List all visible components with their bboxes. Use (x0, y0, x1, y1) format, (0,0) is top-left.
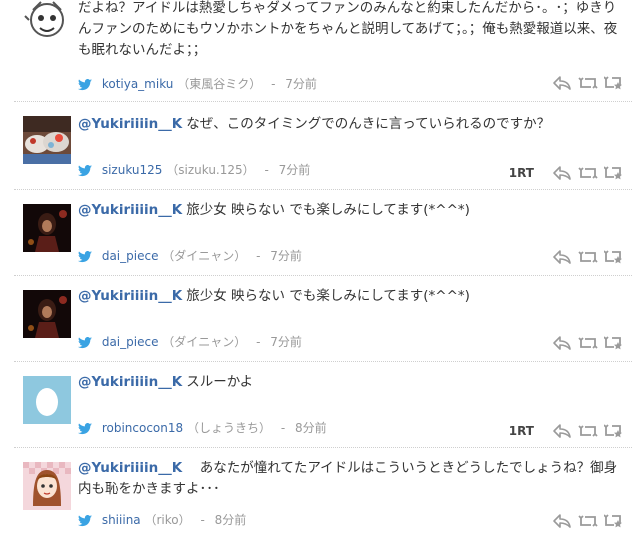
tweet-username-link[interactable]: robincocon18 (102, 421, 183, 435)
tweet-body: だよね？アイドルは熱愛しちゃダメってファンのみんなと約束したんだから･。･；ゆき… (78, 0, 618, 58)
reply-icon[interactable] (552, 165, 572, 181)
tweet-display-name: （ダイニャン） (162, 335, 247, 349)
tweet-timestamp[interactable]: 7分前 (270, 335, 302, 349)
tweet-display-name: （sizuku.125） (166, 163, 255, 177)
tweet-feed: だよね？アイドルは熱愛しちゃダメってファンのみんなと約束したんだから･。･；ゆき… (0, 0, 640, 545)
favorite-icon[interactable] (604, 513, 624, 529)
tweet-text: @Yukiriiiin__K 旅少女 映らない でも楽しみにしてます(*^^*) (78, 286, 626, 307)
tweet-meta: dai_piece （ダイニャン） - 7分前 (78, 334, 302, 350)
comic-face-avatar[interactable] (23, 0, 71, 44)
twitter-bird-icon (78, 337, 92, 349)
tweet-item: @Yukiriiiin__K なぜ、このタイミングでのんきに言っていられるのですか… (14, 102, 632, 190)
reply-icon[interactable] (552, 335, 572, 351)
tweet-display-name: （東風谷ミク） (177, 77, 262, 91)
tweet-meta: robincocon18 （しょうきち） - 8分前 (78, 420, 327, 436)
tweet-meta: dai_piece （ダイニャン） - 7分前 (78, 248, 302, 264)
retweet-icon[interactable] (578, 423, 598, 439)
retweet-icon[interactable] (578, 335, 598, 351)
tweet-timestamp[interactable]: 7分前 (285, 77, 317, 91)
tweet-username-link[interactable]: dai_piece (102, 335, 159, 349)
mention-link[interactable]: @Yukiriiiin__K (78, 460, 182, 476)
tweet-body: スルーかよ (186, 374, 254, 390)
retweet-icon[interactable] (578, 75, 598, 91)
tweet-username-link[interactable]: shiiina (102, 513, 141, 527)
meta-separator: - (264, 163, 269, 177)
default-egg-avatar[interactable] (23, 376, 71, 424)
tweet-actions: 1RT (509, 164, 624, 182)
favorite-icon[interactable] (604, 423, 624, 439)
mention-link[interactable]: @Yukiriiiin__K (78, 202, 182, 218)
tweet-body: 旅少女 映らない でも楽しみにしてます(*^^*) (186, 202, 470, 218)
tweet-text: @Yukiriiiin__K スルーかよ (78, 372, 626, 393)
meta-separator: - (280, 421, 286, 435)
reply-icon[interactable] (552, 75, 572, 91)
tweet-meta: shiiina （riko） - 8分前 (78, 512, 246, 528)
tweet-timestamp[interactable]: 8分前 (215, 513, 247, 527)
tweet-timestamp[interactable]: 7分前 (279, 163, 311, 177)
reply-icon[interactable] (552, 249, 572, 265)
tweet-body: なぜ、このタイミングでのんきに言っていられるのですか？ (186, 116, 551, 132)
twitter-bird-icon (78, 423, 92, 435)
meta-separator: - (200, 513, 205, 527)
mention-link[interactable]: @Yukiriiiin__K (78, 374, 182, 390)
stage-performer-avatar[interactable] (23, 290, 71, 338)
anime-girl-avatar[interactable] (23, 462, 71, 510)
tweet-display-name: （riko） (144, 513, 191, 527)
stage-performer-avatar[interactable] (23, 204, 71, 252)
retweet-icon[interactable] (578, 513, 598, 529)
twitter-bird-icon (78, 165, 92, 177)
tweet-item: @Yukiriiiin__K 旅少女 映らない でも楽しみにしてます(*^^*) … (14, 190, 632, 276)
mention-link[interactable]: @Yukiriiiin__K (78, 116, 182, 132)
tweet-meta: kotiya_miku （東風谷ミク） - 7分前 (78, 76, 317, 92)
tweet-actions (534, 334, 624, 352)
tweet-item: @Yukiriiiin__K 旅少女 映らない でも楽しみにしてます(*^^*) … (14, 276, 632, 362)
reply-icon[interactable] (552, 513, 572, 529)
tweet-actions (534, 512, 624, 530)
dessert-photo-avatar[interactable] (23, 116, 71, 164)
favorite-icon[interactable] (604, 165, 624, 181)
tweet-item: @Yukiriiiin__K スルーかよ robincocon18 （しょうきち）… (14, 362, 632, 448)
tweet-text: だよね？アイドルは熱愛しちゃダメってファンのみんなと約束したんだから･。･；ゆき… (78, 0, 626, 61)
tweet-item: @Yukiriiiin__K あなたが憧れてたアイドルはこういうときどうしたでし… (14, 448, 632, 545)
tweet-actions (534, 248, 624, 266)
retweet-icon[interactable] (578, 249, 598, 265)
tweet-meta: sizuku125 （sizuku.125） - 7分前 (78, 162, 310, 178)
tweet-timestamp[interactable]: 7分前 (270, 249, 302, 263)
tweet-display-name: （しょうきち） (186, 421, 271, 435)
meta-separator: - (256, 249, 261, 263)
tweet-display-name: （ダイニャン） (162, 249, 247, 263)
tweet-body: 旅少女 映らない でも楽しみにしてます(*^^*) (186, 288, 470, 304)
retweet-icon[interactable] (578, 165, 598, 181)
twitter-bird-icon (78, 515, 92, 527)
favorite-icon[interactable] (604, 335, 624, 351)
twitter-bird-icon (78, 79, 92, 91)
favorite-icon[interactable] (604, 249, 624, 265)
reply-icon[interactable] (552, 423, 572, 439)
favorite-icon[interactable] (604, 75, 624, 91)
meta-separator: - (256, 335, 261, 349)
mention-link[interactable]: @Yukiriiiin__K (78, 288, 182, 304)
tweet-username-link[interactable]: sizuku125 (102, 163, 163, 177)
twitter-bird-icon (78, 251, 92, 263)
tweet-username-link[interactable]: dai_piece (102, 249, 159, 263)
retweet-count: 1RT (508, 424, 534, 438)
tweet-username-link[interactable]: kotiya_miku (102, 77, 174, 91)
meta-separator: - (271, 77, 276, 91)
tweet-item: だよね？アイドルは熱愛しちゃダメってファンのみんなと約束したんだから･。･；ゆき… (14, 0, 632, 102)
tweet-actions (534, 74, 624, 92)
retweet-count: 1RT (508, 166, 534, 180)
tweet-text: @Yukiriiiin__K 旅少女 映らない でも楽しみにしてます(*^^*) (78, 200, 626, 221)
tweet-text: @Yukiriiiin__K あなたが憧れてたアイドルはこういうときどうしたでし… (78, 458, 626, 500)
tweet-timestamp[interactable]: 8分前 (295, 421, 327, 435)
tweet-text: @Yukiriiiin__K なぜ、このタイミングでのんきに言っていられるのですか… (78, 114, 626, 135)
tweet-actions: 1RT (509, 422, 624, 440)
